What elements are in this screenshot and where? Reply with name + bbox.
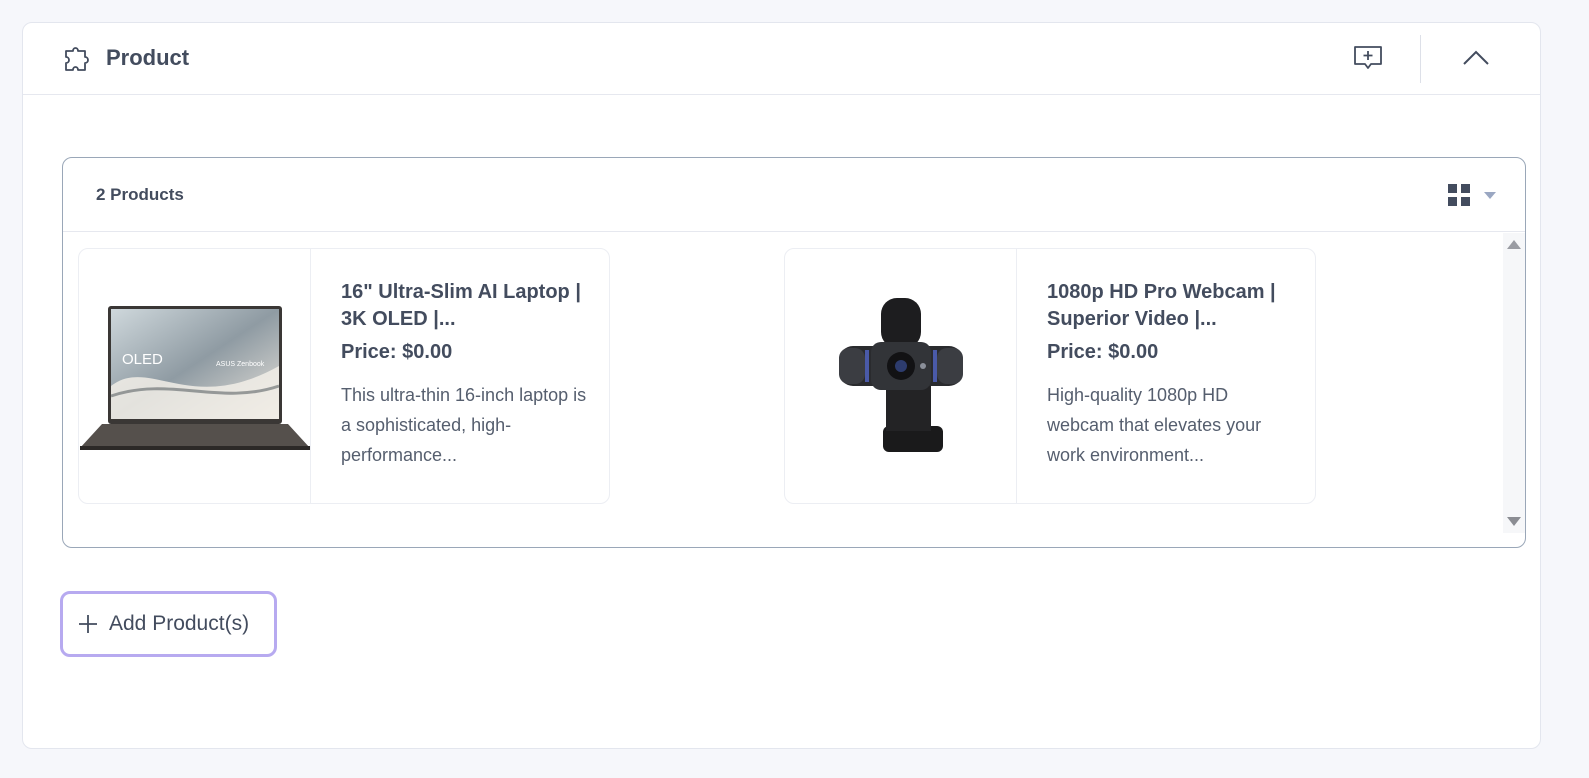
product-image xyxy=(785,249,1017,503)
product-card[interactable]: 1080p HD Pro Webcam | Superior Video |..… xyxy=(784,248,1316,504)
add-comment-button[interactable] xyxy=(1353,43,1383,73)
add-products-button[interactable]: Add Product(s) xyxy=(60,591,277,657)
product-info: 1080p HD Pro Webcam | Superior Video |..… xyxy=(1047,279,1297,470)
product-info: 16" Ultra-Slim AI Laptop | 3K OLED |... … xyxy=(341,279,591,470)
svg-text:ASUS Zenbook: ASUS Zenbook xyxy=(216,361,265,368)
add-products-label: Add Product(s) xyxy=(109,612,250,635)
product-price: Price: $0.00 xyxy=(341,341,453,363)
collapse-button[interactable] xyxy=(1461,43,1491,73)
puzzle-icon xyxy=(63,43,93,73)
product-title[interactable]: 16" Ultra-Slim AI Laptop | 3K OLED |... xyxy=(341,279,591,333)
grid-view-icon xyxy=(1448,184,1496,206)
svg-text:OLED: OLED xyxy=(122,351,163,368)
products-count: 2 Products xyxy=(96,185,184,204)
webcam-image xyxy=(838,298,963,452)
chevron-up-icon xyxy=(1463,50,1489,65)
product-image: OLED ASUS Zenbook xyxy=(79,249,311,503)
product-card[interactable]: OLED ASUS Zenbook 16" Ultra-Slim AI Lapt… xyxy=(78,248,610,504)
laptop-image: OLED ASUS Zenbook xyxy=(79,306,310,450)
view-toggle-button[interactable] xyxy=(1446,184,1502,210)
products-list-box: 2 Products OLED ASUS Zenbook 16" Ultra-S… xyxy=(62,157,1526,548)
comment-plus-icon xyxy=(1354,46,1382,69)
product-price: Price: $0.00 xyxy=(1047,341,1159,363)
scroll-down-arrow-icon[interactable] xyxy=(1507,517,1521,527)
plus-icon xyxy=(79,615,97,633)
product-panel: Product 2 Products OLED ASUS Zenbook 16"… xyxy=(22,22,1541,749)
product-title[interactable]: 1080p HD Pro Webcam | Superior Video |..… xyxy=(1047,279,1297,333)
scroll-up-arrow-icon[interactable] xyxy=(1507,239,1521,249)
vertical-scrollbar[interactable] xyxy=(1503,233,1525,533)
product-description: This ultra-thin 16-inch laptop is a soph… xyxy=(341,385,587,465)
panel-title: Product xyxy=(106,45,190,70)
panel-header: Product xyxy=(23,23,1540,95)
products-header: 2 Products xyxy=(63,158,1525,232)
header-divider xyxy=(1420,35,1421,83)
product-description: High-quality 1080p HD webcam that elevat… xyxy=(1047,385,1262,465)
